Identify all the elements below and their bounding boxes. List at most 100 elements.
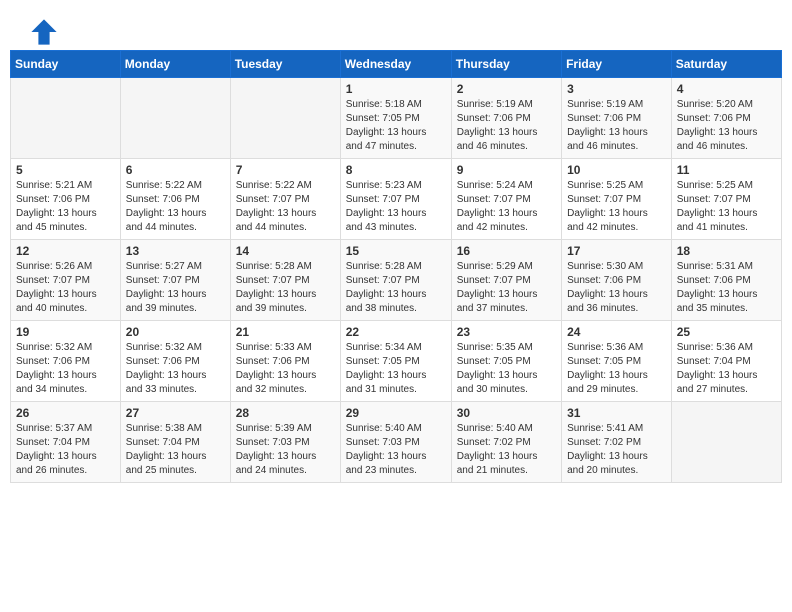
day-info: Sunrise: 5:19 AM Sunset: 7:06 PM Dayligh… <box>567 98 666 154</box>
day-info: Sunrise: 5:18 AM Sunset: 7:05 PM Dayligh… <box>346 98 446 154</box>
calendar-cell: 2 Sunrise: 5:19 AM Sunset: 7:06 PM Daylig… <box>451 78 561 159</box>
page-header <box>10 8 782 50</box>
day-number: 21 <box>236 325 335 339</box>
calendar-cell: 13Sunrise: 5:27 AM Sunset: 7:07 PM Dayli… <box>120 240 230 321</box>
calendar-cell: 10 Sunrise: 5:25 AM Sunset: 7:07 PM Dayli… <box>562 159 672 240</box>
calendar-cell: 8 Sunrise: 5:23 AM Sunset: 7:07 PM Daylig… <box>340 159 451 240</box>
day-number: 23 <box>457 325 556 339</box>
day-number: 1 <box>346 82 446 96</box>
weekday-header-tuesday: Tuesday <box>230 51 340 78</box>
calendar-cell: 7Sunrise: 5:22 AM Sunset: 7:07 PM Daylig… <box>230 159 340 240</box>
day-number: 24 <box>567 325 666 339</box>
day-info: Sunrise: 5:37 AM Sunset: 7:04 PM Dayligh… <box>16 422 115 478</box>
day-number: 25 <box>677 325 776 339</box>
day-info: Sunrise: 5:27 AM Sunset: 7:07 PM Dayligh… <box>126 260 225 316</box>
day-number: 11 <box>677 163 776 177</box>
calendar-cell: 17Sunrise: 5:30 AM Sunset: 7:06 PM Dayli… <box>562 240 672 321</box>
day-number: 15 <box>346 244 446 258</box>
calendar-week-2: 5 Sunrise: 5:21 AM Sunset: 7:06 PM Daylig… <box>11 159 782 240</box>
day-info: Sunrise: 5:31 AM Sunset: 7:06 PM Dayligh… <box>677 260 776 316</box>
weekday-header-friday: Friday <box>562 51 672 78</box>
calendar-cell: 1 Sunrise: 5:18 AM Sunset: 7:05 PM Daylig… <box>340 78 451 159</box>
day-info: Sunrise: 5:20 AM Sunset: 7:06 PM Dayligh… <box>677 98 776 154</box>
calendar-cell: 29 Sunrise: 5:40 AM Sunset: 7:03 PM Dayli… <box>340 402 451 483</box>
day-number: 16 <box>457 244 556 258</box>
calendar-cell: 23 Sunrise: 5:35 AM Sunset: 7:05 PM Dayli… <box>451 321 561 402</box>
calendar-week-3: 12 Sunrise: 5:26 AM Sunset: 7:07 PM Dayli… <box>11 240 782 321</box>
day-number: 18 <box>677 244 776 258</box>
calendar-cell: 12 Sunrise: 5:26 AM Sunset: 7:07 PM Dayli… <box>11 240 121 321</box>
day-info: Sunrise: 5:22 AM Sunset: 7:07 PM Dayligh… <box>236 179 335 235</box>
day-info: Sunrise: 5:38 AM Sunset: 7:04 PM Dayligh… <box>126 422 225 478</box>
day-info: Sunrise: 5:40 AM Sunset: 7:03 PM Dayligh… <box>346 422 446 478</box>
day-info: Sunrise: 5:32 AM Sunset: 7:06 PM Dayligh… <box>16 341 115 397</box>
calendar-cell: 20 Sunrise: 5:32 AM Sunset: 7:06 PM Dayli… <box>120 321 230 402</box>
day-number: 20 <box>126 325 225 339</box>
day-info: Sunrise: 5:40 AM Sunset: 7:02 PM Dayligh… <box>457 422 556 478</box>
calendar-cell: 16Sunrise: 5:29 AM Sunset: 7:07 PM Dayli… <box>451 240 561 321</box>
calendar-cell: 14 Sunrise: 5:28 AM Sunset: 7:07 PM Dayli… <box>230 240 340 321</box>
day-info: Sunrise: 5:35 AM Sunset: 7:05 PM Dayligh… <box>457 341 556 397</box>
day-info: Sunrise: 5:23 AM Sunset: 7:07 PM Dayligh… <box>346 179 446 235</box>
day-number: 27 <box>126 406 225 420</box>
day-info: Sunrise: 5:26 AM Sunset: 7:07 PM Dayligh… <box>16 260 115 316</box>
calendar-week-5: 26 Sunrise: 5:37 AM Sunset: 7:04 PM Dayli… <box>11 402 782 483</box>
calendar-week-4: 19 Sunrise: 5:32 AM Sunset: 7:06 PM Dayli… <box>11 321 782 402</box>
logo <box>30 18 62 46</box>
calendar-cell: 5 Sunrise: 5:21 AM Sunset: 7:06 PM Daylig… <box>11 159 121 240</box>
weekday-header-monday: Monday <box>120 51 230 78</box>
calendar-cell <box>230 78 340 159</box>
day-number: 22 <box>346 325 446 339</box>
day-number: 9 <box>457 163 556 177</box>
day-number: 2 <box>457 82 556 96</box>
calendar-cell: 22 Sunrise: 5:34 AM Sunset: 7:05 PM Dayli… <box>340 321 451 402</box>
day-number: 26 <box>16 406 115 420</box>
logo-icon <box>30 18 58 46</box>
day-number: 6 <box>126 163 225 177</box>
day-info: Sunrise: 5:28 AM Sunset: 7:07 PM Dayligh… <box>346 260 446 316</box>
day-info: Sunrise: 5:25 AM Sunset: 7:07 PM Dayligh… <box>677 179 776 235</box>
day-number: 14 <box>236 244 335 258</box>
day-info: Sunrise: 5:39 AM Sunset: 7:03 PM Dayligh… <box>236 422 335 478</box>
day-info: Sunrise: 5:36 AM Sunset: 7:04 PM Dayligh… <box>677 341 776 397</box>
calendar-cell: 24 Sunrise: 5:36 AM Sunset: 7:05 PM Dayli… <box>562 321 672 402</box>
calendar-cell: 15 Sunrise: 5:28 AM Sunset: 7:07 PM Dayli… <box>340 240 451 321</box>
calendar-table: SundayMondayTuesdayWednesdayThursdayFrid… <box>10 50 782 483</box>
calendar-cell: 26 Sunrise: 5:37 AM Sunset: 7:04 PM Dayli… <box>11 402 121 483</box>
day-number: 10 <box>567 163 666 177</box>
day-number: 12 <box>16 244 115 258</box>
day-info: Sunrise: 5:32 AM Sunset: 7:06 PM Dayligh… <box>126 341 225 397</box>
day-number: 17 <box>567 244 666 258</box>
day-info: Sunrise: 5:25 AM Sunset: 7:07 PM Dayligh… <box>567 179 666 235</box>
calendar-cell: 4 Sunrise: 5:20 AM Sunset: 7:06 PM Daylig… <box>671 78 781 159</box>
calendar-week-1: 1 Sunrise: 5:18 AM Sunset: 7:05 PM Daylig… <box>11 78 782 159</box>
calendar-cell: 28 Sunrise: 5:39 AM Sunset: 7:03 PM Dayli… <box>230 402 340 483</box>
day-number: 30 <box>457 406 556 420</box>
day-info: Sunrise: 5:21 AM Sunset: 7:06 PM Dayligh… <box>16 179 115 235</box>
day-number: 31 <box>567 406 666 420</box>
day-number: 28 <box>236 406 335 420</box>
calendar-cell: 19 Sunrise: 5:32 AM Sunset: 7:06 PM Dayli… <box>11 321 121 402</box>
calendar-cell: 9Sunrise: 5:24 AM Sunset: 7:07 PM Daylig… <box>451 159 561 240</box>
calendar-cell: 6 Sunrise: 5:22 AM Sunset: 7:06 PM Daylig… <box>120 159 230 240</box>
day-number: 19 <box>16 325 115 339</box>
day-number: 29 <box>346 406 446 420</box>
day-info: Sunrise: 5:22 AM Sunset: 7:06 PM Dayligh… <box>126 179 225 235</box>
day-info: Sunrise: 5:28 AM Sunset: 7:07 PM Dayligh… <box>236 260 335 316</box>
calendar-cell <box>11 78 121 159</box>
day-info: Sunrise: 5:33 AM Sunset: 7:06 PM Dayligh… <box>236 341 335 397</box>
calendar-cell: 27 Sunrise: 5:38 AM Sunset: 7:04 PM Dayli… <box>120 402 230 483</box>
weekday-header-row: SundayMondayTuesdayWednesdayThursdayFrid… <box>11 51 782 78</box>
day-info: Sunrise: 5:34 AM Sunset: 7:05 PM Dayligh… <box>346 341 446 397</box>
day-info: Sunrise: 5:36 AM Sunset: 7:05 PM Dayligh… <box>567 341 666 397</box>
day-number: 5 <box>16 163 115 177</box>
calendar-cell: 30 Sunrise: 5:40 AM Sunset: 7:02 PM Dayli… <box>451 402 561 483</box>
weekday-header-sunday: Sunday <box>11 51 121 78</box>
day-info: Sunrise: 5:19 AM Sunset: 7:06 PM Dayligh… <box>457 98 556 154</box>
day-number: 8 <box>346 163 446 177</box>
weekday-header-saturday: Saturday <box>671 51 781 78</box>
day-number: 4 <box>677 82 776 96</box>
day-number: 3 <box>567 82 666 96</box>
calendar-cell <box>120 78 230 159</box>
calendar-cell <box>671 402 781 483</box>
